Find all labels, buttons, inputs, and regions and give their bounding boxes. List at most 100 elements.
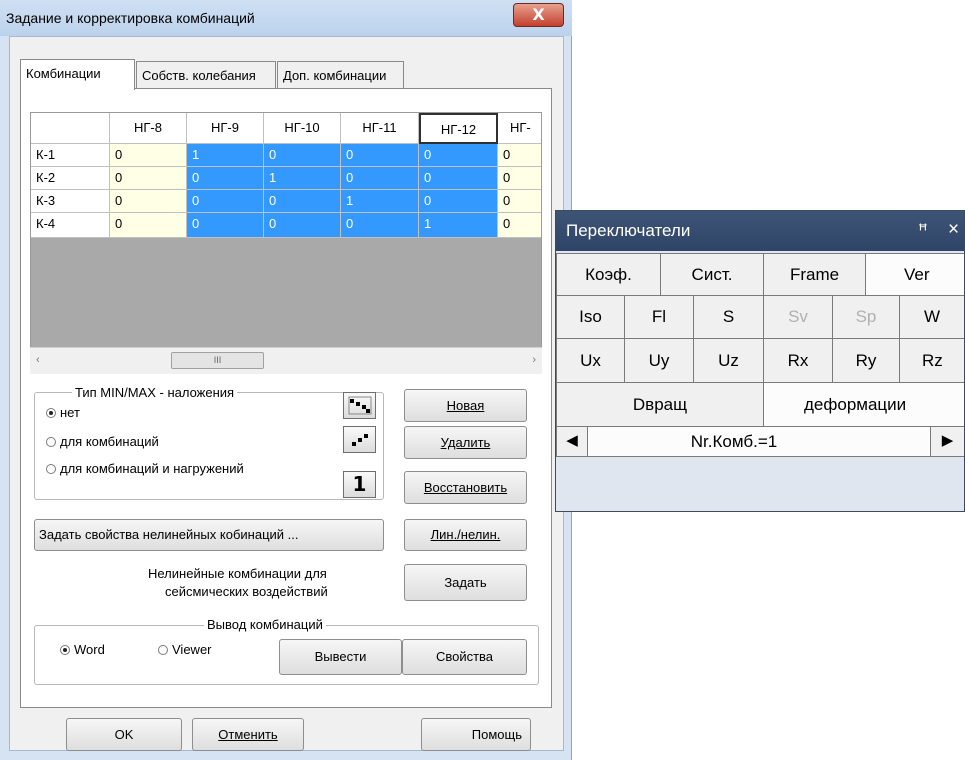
radio-icon[interactable] [46,464,56,474]
grid-corner-cell [31,113,110,144]
grid-pattern-antidiagonal-button[interactable] [343,426,376,453]
radio-label: нет [60,405,80,420]
switch-rx[interactable]: Rx [763,338,833,383]
switch-sp[interactable]: Sp [832,295,900,339]
radio-minmax-none[interactable]: нет [46,405,80,420]
tab-eigen-oscillations[interactable]: Собств. колебания [136,61,276,88]
grid-cell[interactable]: 1 [264,167,341,190]
grid-cell[interactable]: 0 [264,144,341,167]
prev-combination-icon[interactable]: ◀ [556,426,588,457]
radio-icon[interactable] [158,645,168,655]
grid-horizontal-scrollbar[interactable]: ‹ III › [30,347,542,374]
grid-cell[interactable]: 0 [264,213,341,238]
grid-cell[interactable]: 0 [498,144,541,167]
grid-cell[interactable]: 0 [341,144,419,167]
help-button[interactable]: Помощь [421,718,531,751]
digit-one-button[interactable]: 1 [343,471,376,498]
tab-extra-combinations[interactable]: Доп. комбинации [277,61,404,88]
switch-ux[interactable]: Ux [556,338,625,383]
switch-uz[interactable]: Uz [693,338,764,383]
grid-cell[interactable]: 0 [187,167,264,190]
cancel-button[interactable]: Отменить [192,718,304,751]
switch-w[interactable]: W [899,295,964,339]
restore-button[interactable]: Восстановить [404,471,527,504]
column-header[interactable]: НГ-8 [110,113,187,144]
grid-cell[interactable]: 0 [110,213,187,238]
radio-minmax-combinations-loads[interactable]: для комбинаций и нагружений [46,461,244,476]
scroll-right-icon[interactable]: › [532,354,536,366]
column-header[interactable]: НГ-12 [419,113,498,144]
radio-label: для комбинаций [60,434,159,449]
radio-output-word[interactable]: Word [60,642,105,657]
grid-cell[interactable]: 0 [110,190,187,213]
switch-system[interactable]: Сист. [660,253,764,296]
switch-rz[interactable]: Rz [899,338,964,383]
switch-rotation[interactable]: Dвращ [556,382,764,427]
ok-button[interactable]: OK [66,718,182,751]
radio-minmax-combinations[interactable]: для комбинаций [46,434,159,449]
grid-cell[interactable]: 0 [110,144,187,167]
switch-uy[interactable]: Uy [624,338,694,383]
column-header[interactable]: НГ-11 [341,113,419,144]
switch-sv[interactable]: Sv [763,295,833,339]
switch-s[interactable]: S [693,295,764,339]
column-header[interactable]: НГ-9 [187,113,264,144]
grid-cell[interactable]: 0 [187,213,264,238]
pin-icon[interactable]: ꟸ [918,221,928,241]
seismic-label-line2: сейсмических воздействий [165,584,328,599]
switch-fl[interactable]: Fl [624,295,694,339]
switch-ver[interactable]: Ver [865,253,964,296]
export-button[interactable]: Вывести [279,639,402,675]
grid-cell[interactable]: 1 [341,190,419,213]
column-header[interactable]: НГ- [498,113,541,144]
panel-close-icon[interactable]: × [948,219,959,241]
tab-combinations[interactable]: Комбинации [20,59,135,90]
output-group-legend: Вывод комбинаций [204,617,326,632]
new-button[interactable]: Новая [404,389,527,422]
row-header[interactable]: К-3 [31,190,110,213]
row-header[interactable]: К-2 [31,167,110,190]
column-header[interactable]: НГ-10 [264,113,341,144]
grid-cell[interactable]: 0 [341,213,419,238]
switch-ry[interactable]: Ry [832,338,900,383]
switches-panel-titlebar[interactable]: Переключатели ꟸ × [556,211,964,251]
grid-cell[interactable]: 0 [187,190,264,213]
radio-output-viewer[interactable]: Viewer [158,642,212,657]
radio-icon[interactable] [46,437,56,447]
set-button[interactable]: Задать [404,564,527,601]
close-button[interactable]: X [513,3,564,27]
linear-nonlinear-button[interactable]: Лин./нелин. [404,519,527,551]
grid-pattern-diagonal-button[interactable] [343,392,376,419]
grid-cell[interactable]: 0 [419,167,498,190]
grid-cell[interactable]: 0 [419,190,498,213]
grid-cell[interactable]: 0 [341,167,419,190]
nonlinear-properties-button[interactable]: Задать свойства нелинейных кобинаций ... [34,519,384,551]
dialog-titlebar[interactable]: Задание и корректировка комбинаций X [0,0,572,36]
dialog-title: Задание и корректировка комбинаций [6,10,255,26]
grid-cell[interactable]: 1 [187,144,264,167]
switch-deformations[interactable]: деформации [763,382,964,427]
grid-cell[interactable]: 0 [110,167,187,190]
row-header[interactable]: К-4 [31,213,110,238]
switch-coef[interactable]: Коэф. [556,253,661,296]
scroll-left-icon[interactable]: ‹ [36,354,40,366]
switch-iso[interactable]: Iso [556,295,625,339]
radio-selected-icon[interactable] [46,408,56,418]
grid-cell[interactable]: 0 [419,144,498,167]
row-header[interactable]: К-1 [31,144,110,167]
grid-cell[interactable]: 0 [264,190,341,213]
grid-cell[interactable]: 0 [498,213,541,238]
combinations-grid[interactable]: НГ-8 НГ-9 НГ-10 НГ-11 НГ-12 НГ- К-1 0 1 … [30,112,542,374]
grid-cell[interactable]: 0 [498,190,541,213]
radio-label: для комбинаций и нагружений [60,461,244,476]
delete-button[interactable]: Удалить [404,426,527,459]
scroll-thumb[interactable]: III [171,352,264,369]
grid-cell[interactable]: 0 [498,167,541,190]
switch-frame[interactable]: Frame [763,253,866,296]
switches-panel-title: Переключатели [566,221,691,240]
properties-button[interactable]: Свойства [402,639,527,675]
radio-label: Word [74,642,105,657]
radio-selected-icon[interactable] [60,645,70,655]
grid-cell[interactable]: 1 [419,213,498,238]
next-combination-icon[interactable]: ▶ [930,426,964,457]
